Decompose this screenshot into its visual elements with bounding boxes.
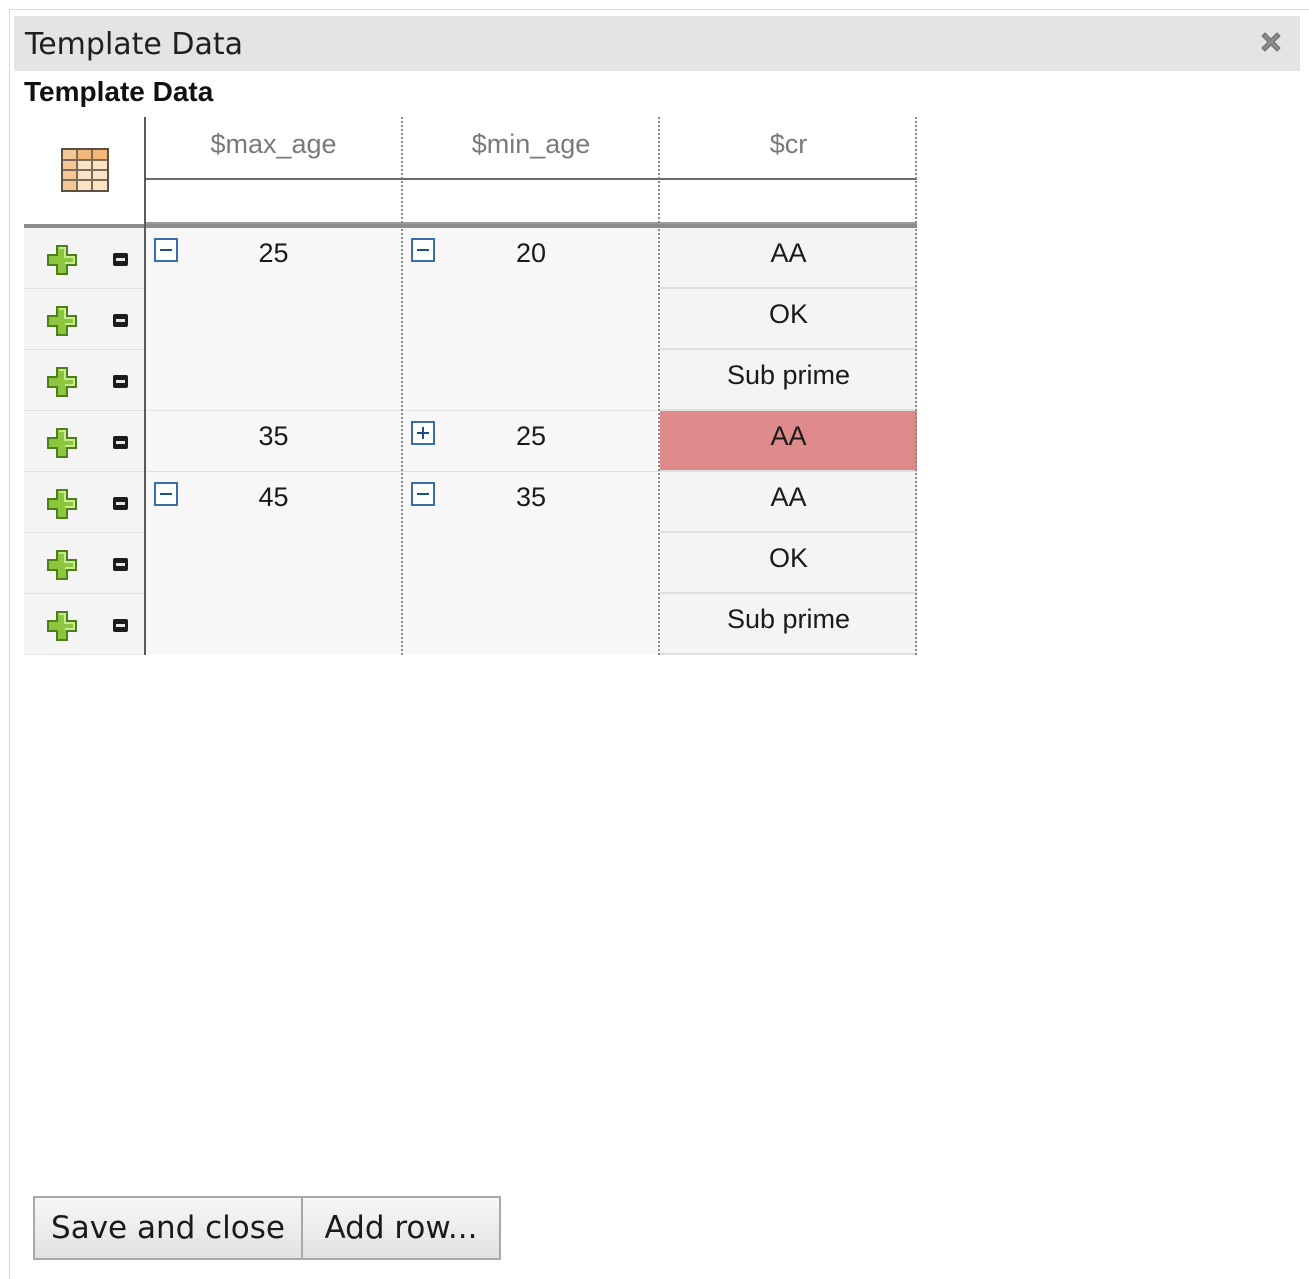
grid-corner [24,117,145,225]
plus-icon[interactable] [46,549,78,581]
add-row-button[interactable]: Add row... [301,1196,501,1260]
plus-icon[interactable] [46,366,78,398]
column-subheader-cr [660,179,917,223]
plus-icon[interactable] [46,488,78,520]
column-divider [915,117,917,655]
minus-icon[interactable] [113,436,128,449]
column-divider [401,117,403,655]
cr-cell[interactable]: AA [660,228,917,289]
column-subheader-max-age [145,179,402,223]
dialog-titlebar: Template Data [14,16,1300,71]
min-age-cell[interactable]: 25 [402,411,660,472]
cr-cell[interactable]: OK [660,289,917,350]
column-header-max-age[interactable]: $max_age [145,117,402,179]
cr-cell[interactable]: AA [660,472,917,533]
max-age-cell[interactable]: 35 [145,411,402,472]
column-header-cr[interactable]: $cr [660,117,917,179]
min-age-cell[interactable]: 20 [402,228,660,411]
column-divider [658,117,660,655]
row-controls [24,472,145,533]
column-divider [144,117,146,655]
minus-icon[interactable] [113,375,128,388]
plus-icon[interactable] [46,244,78,276]
template-data-grid: $max_age $min_age $cr 25 35 45 20 25 35 … [24,117,917,655]
minus-icon[interactable] [113,253,128,266]
cr-cell-highlighted[interactable]: AA [660,411,917,472]
row-controls [24,533,145,594]
minus-icon[interactable] [113,497,128,510]
section-title: Template Data [24,76,214,107]
minus-icon[interactable] [113,619,128,632]
minus-icon[interactable] [113,314,128,327]
plus-icon[interactable] [46,305,78,337]
minus-icon[interactable] [113,558,128,571]
header-divider [145,178,917,180]
plus-icon[interactable] [46,610,78,642]
plus-icon[interactable] [46,427,78,459]
max-age-cell[interactable]: 45 [145,472,402,655]
cr-cell[interactable]: OK [660,533,917,594]
column-header-min-age[interactable]: $min_age [402,117,660,179]
dialog-title: Template Data [25,27,244,62]
save-and-close-button[interactable]: Save and close [33,1196,303,1260]
close-icon[interactable] [1256,27,1286,57]
row-controls [24,411,145,472]
min-age-cell[interactable]: 35 [402,472,660,655]
column-subheader-min-age [402,179,660,223]
row-controls [24,350,145,411]
cr-cell[interactable]: Sub prime [660,594,917,655]
row-controls [24,228,145,289]
row-controls [24,289,145,350]
cr-cell[interactable]: Sub prime [660,350,917,411]
max-age-cell[interactable]: 25 [145,228,402,411]
table-icon [61,148,109,192]
row-controls [24,594,145,655]
